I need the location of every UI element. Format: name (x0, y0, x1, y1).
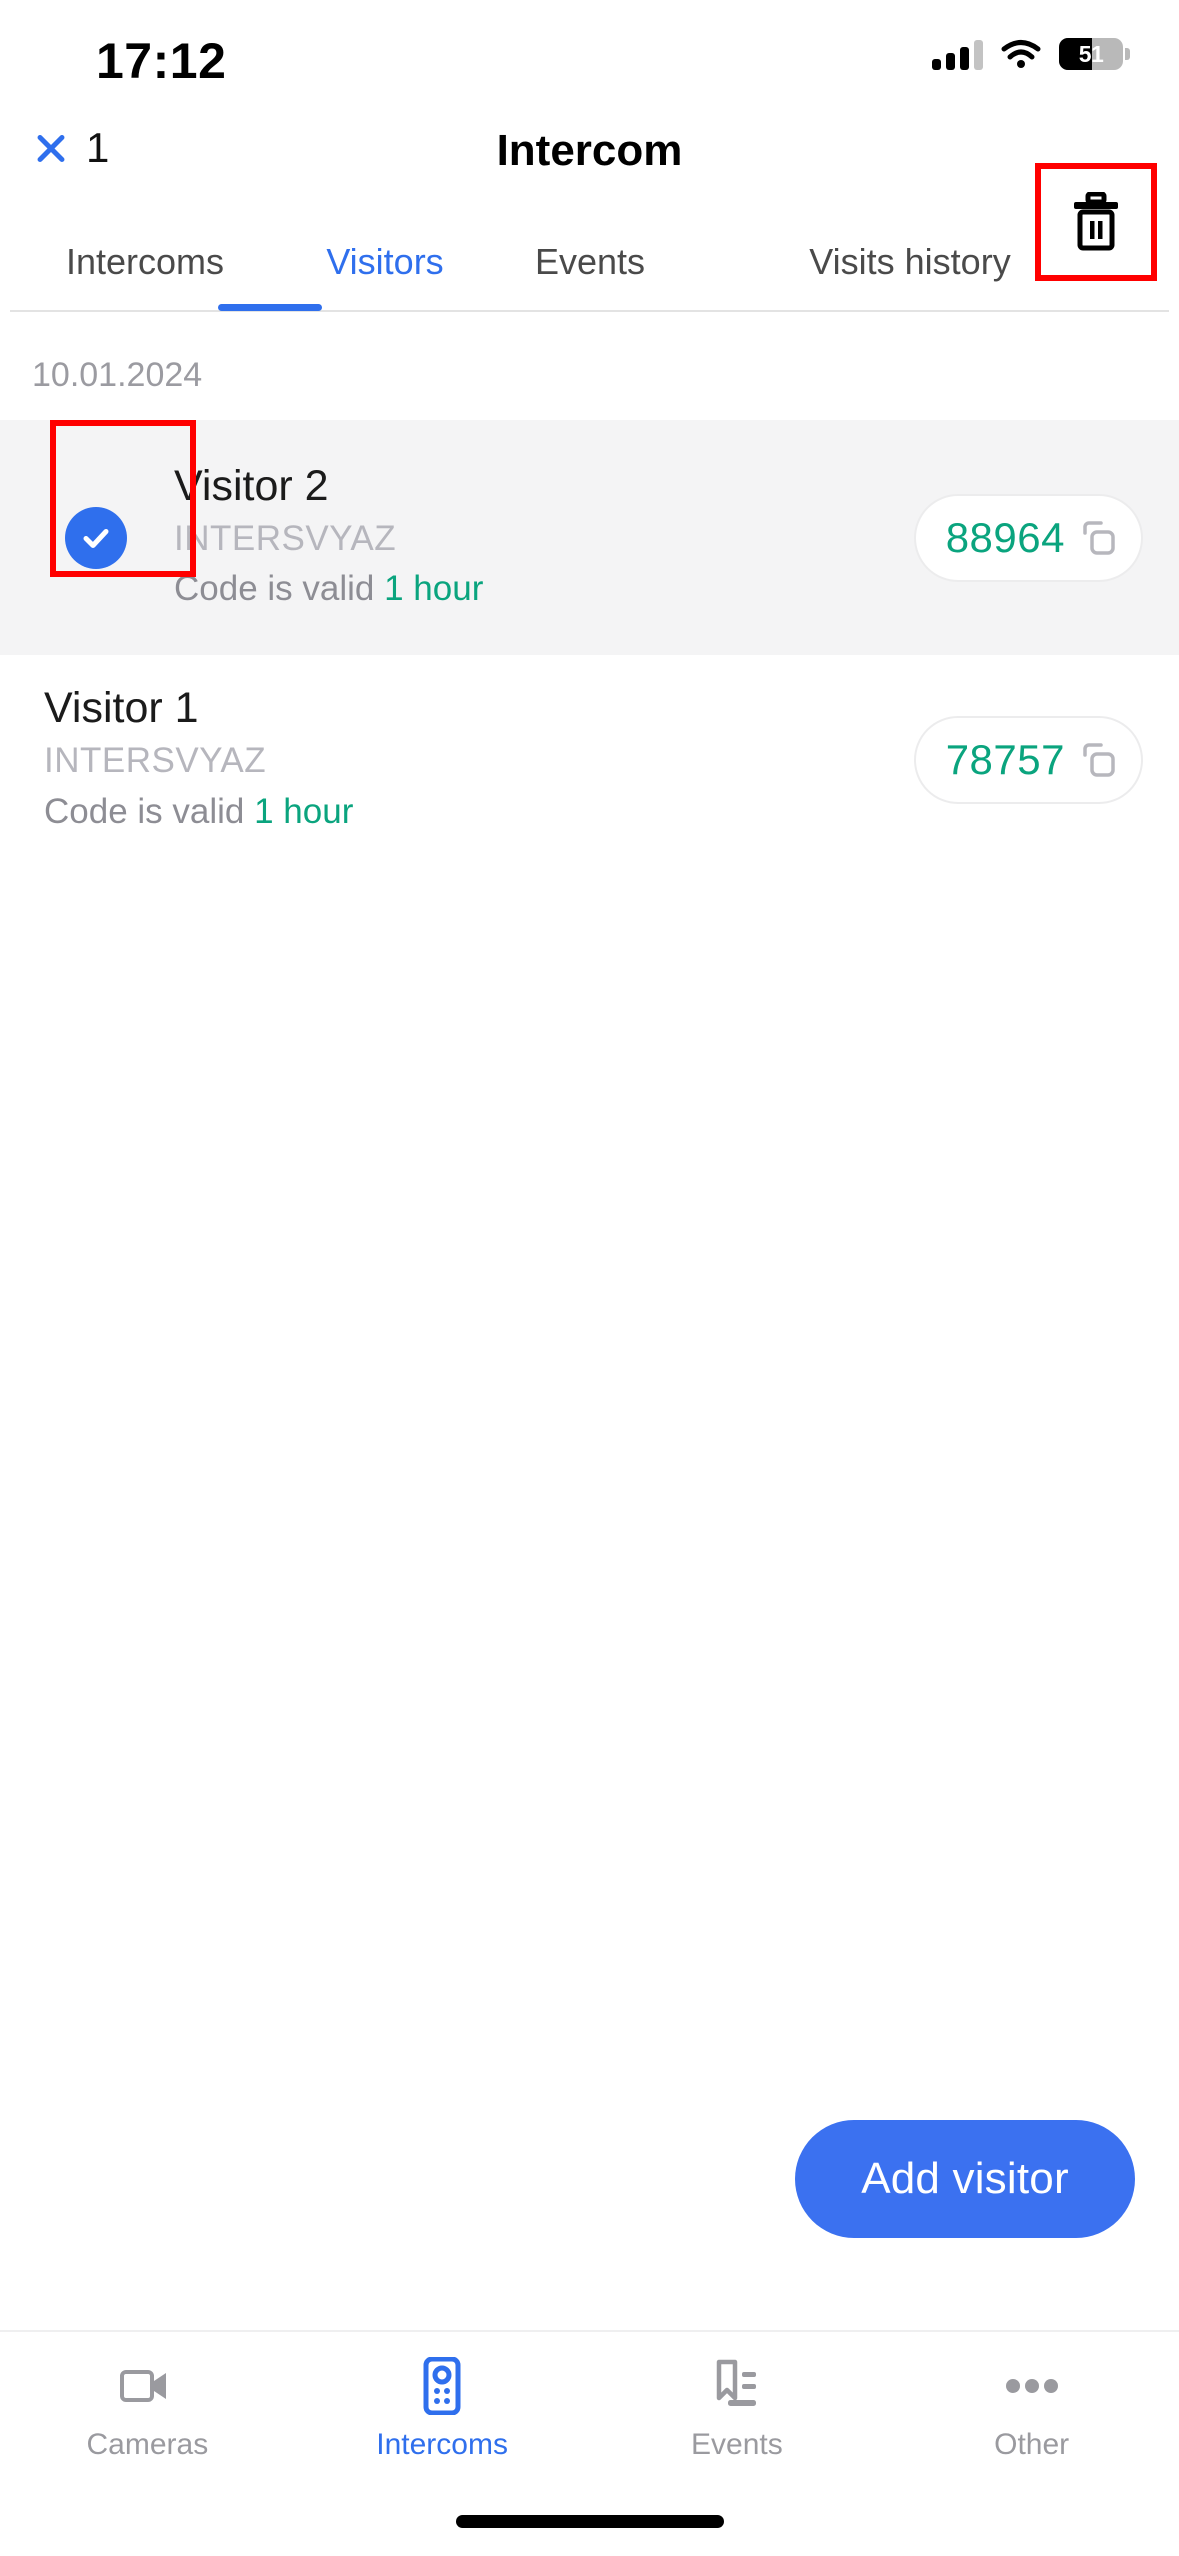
battery-icon: 51 (1059, 38, 1130, 70)
row-details: Visitor 1 INTERSVYAZ Code is valid 1 hou… (36, 682, 914, 837)
access-code-pill[interactable]: 88964 (913, 493, 1143, 582)
visitor-validity: Code is valid 1 hour (174, 564, 914, 615)
tabs-divider (10, 310, 1169, 312)
visitors-list: 10.01.2024 Visitor 2 INTERSVYAZ Code is … (0, 330, 1179, 865)
status-bar-indicators: 51 (932, 38, 1130, 70)
nav-label: Events (691, 2428, 783, 2461)
status-bar: 17:12 51 (0, 0, 1179, 108)
row-checkbox[interactable] (36, 420, 156, 655)
intercom-panel-icon (421, 2357, 463, 2415)
section-tabs: Intercoms Visitors Events Visits history (0, 218, 1179, 318)
nav-item-intercoms[interactable]: Intercoms (295, 2357, 590, 2462)
visitor-validity: Code is valid 1 hour (44, 787, 914, 838)
nav-item-other[interactable]: Other (884, 2358, 1179, 2462)
visitor-name: Visitor 2 (174, 461, 329, 510)
validity-value: 1 hour (384, 569, 484, 609)
bookmark-list-icon (709, 2358, 765, 2414)
battery-percent: 51 (1078, 40, 1104, 67)
visitor-org: INTERSVYAZ (174, 518, 397, 558)
visitor-org: INTERSVYAZ (44, 741, 267, 781)
page-title: Intercom (496, 126, 683, 175)
copy-icon[interactable] (1079, 519, 1117, 557)
access-code: 78757 (945, 736, 1065, 783)
tab-visits-history[interactable]: Visits history (700, 241, 1120, 283)
visitor-name: Visitor 1 (44, 684, 199, 733)
nav-label: Other (994, 2428, 1070, 2461)
app-screen: 17:12 51 1 Intercom Intercoms Visitors E… (0, 0, 1179, 2556)
check-circle-icon[interactable] (65, 506, 127, 569)
copy-icon[interactable] (1079, 741, 1117, 779)
nav-label: Cameras (86, 2428, 209, 2461)
screen-header: 1 Intercom (0, 108, 1179, 281)
cellular-signal-icon (932, 38, 983, 70)
validity-prefix: Code is valid (174, 569, 385, 609)
validity-value: 1 hour (254, 791, 354, 831)
table-row[interactable]: Visitor 2 INTERSVYAZ Code is valid 1 hou… (0, 420, 1179, 655)
wifi-icon (1001, 39, 1041, 69)
table-row[interactable]: Visitor 1 INTERSVYAZ Code is valid 1 hou… (0, 655, 1179, 865)
nav-item-cameras[interactable]: Cameras (0, 2358, 295, 2462)
access-code-pill[interactable]: 78757 (913, 716, 1143, 804)
access-code: 88964 (945, 513, 1065, 561)
active-tab-underline (218, 304, 322, 311)
home-indicator (455, 2515, 724, 2528)
nav-label: Intercoms (376, 2428, 508, 2461)
tab-intercoms[interactable]: Intercoms (0, 241, 290, 283)
row-details: Visitor 2 INTERSVYAZ Code is valid 1 hou… (156, 460, 914, 615)
ellipsis-icon (1004, 2358, 1060, 2414)
validity-prefix: Code is valid (44, 791, 255, 831)
tab-events[interactable]: Events (480, 241, 700, 283)
tab-visitors[interactable]: Visitors (290, 241, 480, 283)
list-date-header: 10.01.2024 (32, 355, 203, 394)
video-camera-icon (120, 2358, 174, 2414)
nav-item-events[interactable]: Events (590, 2358, 885, 2462)
status-bar-time: 17:12 (96, 33, 227, 89)
add-visitor-button[interactable]: Add visitor (795, 2120, 1135, 2238)
